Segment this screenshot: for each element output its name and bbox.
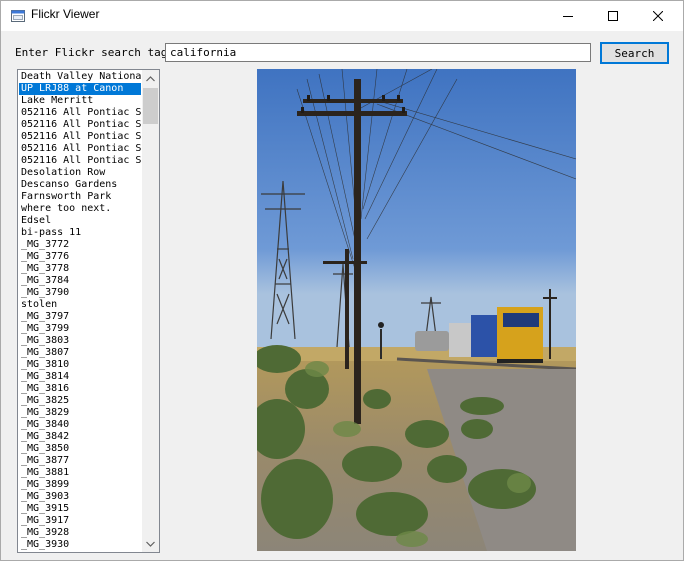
list-item[interactable]: _MG_3915: [19, 503, 141, 515]
scroll-up-button[interactable]: [142, 70, 159, 87]
maximize-button[interactable]: [590, 1, 636, 31]
list-item[interactable]: 052116 All Pontiac S: [19, 143, 141, 155]
list-item[interactable]: _MG_3784: [19, 275, 141, 287]
list-item[interactable]: _MG_3814: [19, 371, 141, 383]
list-item[interactable]: _MG_3790: [19, 287, 141, 299]
scrollbar-thumb[interactable]: [143, 88, 158, 124]
scroll-down-button[interactable]: [142, 535, 159, 552]
title-bar[interactable]: Flickr Viewer: [1, 1, 683, 31]
list-item[interactable]: where too next.: [19, 203, 141, 215]
vertical-scrollbar[interactable]: [142, 70, 159, 552]
list-item[interactable]: _MG_3850: [19, 443, 141, 455]
list-item[interactable]: _MG_3778: [19, 263, 141, 275]
list-item[interactable]: _MG_3928: [19, 527, 141, 539]
list-item[interactable]: _MG_3797: [19, 311, 141, 323]
list-item[interactable]: _MG_3930: [19, 539, 141, 551]
photo-view: [257, 69, 576, 551]
list-item[interactable]: Farnsworth Park: [19, 191, 141, 203]
list-item[interactable]: _MG_3917: [19, 515, 141, 527]
maximize-icon: [608, 11, 618, 21]
list-item[interactable]: _MG_3799: [19, 323, 141, 335]
list-item[interactable]: _MG_3772: [19, 239, 141, 251]
window-title: Flickr Viewer: [31, 7, 100, 21]
results-listbox[interactable]: Death Valley Nationa UP LRJ88 at Canon Lak…: [17, 69, 160, 553]
railroad-photo: [257, 69, 576, 551]
close-icon: [653, 11, 663, 21]
search-label: Enter Flickr search tags: [15, 46, 174, 59]
list-item[interactable]: Descanso Gardens: [19, 179, 141, 191]
list-item[interactable]: _MG_3810: [19, 359, 141, 371]
list-item[interactable]: _MG_3842: [19, 431, 141, 443]
minimize-icon: [563, 16, 573, 17]
list-item[interactable]: _MG_3816: [19, 383, 141, 395]
flickr-app-icon: [11, 10, 25, 22]
list-item[interactable]: bi-pass 11: [19, 227, 141, 239]
list-item[interactable]: _MG_3829: [19, 407, 141, 419]
list-item[interactable]: _MG_3881: [19, 467, 141, 479]
list-item[interactable]: _MG_3803: [19, 335, 141, 347]
results-list: Death Valley Nationa UP LRJ88 at Canon Lak…: [19, 71, 141, 551]
search-button[interactable]: Search: [600, 42, 669, 64]
list-item[interactable]: _MG_3807: [19, 347, 141, 359]
list-item[interactable]: 052116 All Pontiac S: [19, 119, 141, 131]
app-window: Flickr Viewer Enter Flickr search tags c…: [0, 0, 684, 561]
minimize-button[interactable]: [545, 1, 591, 31]
list-item[interactable]: stolen: [19, 299, 141, 311]
search-input[interactable]: california: [165, 43, 591, 62]
chevron-up-icon: [146, 75, 155, 81]
list-item[interactable]: 052116 All Pontiac S: [19, 107, 141, 119]
list-item[interactable]: UP LRJ88 at Canon: [19, 83, 141, 95]
list-item[interactable]: _MG_3825: [19, 395, 141, 407]
list-item[interactable]: _MG_3899: [19, 479, 141, 491]
list-item[interactable]: _MG_3776: [19, 251, 141, 263]
list-item[interactable]: _MG_3840: [19, 419, 141, 431]
list-item[interactable]: Lake Merritt: [19, 95, 141, 107]
list-item[interactable]: 052116 All Pontiac S: [19, 131, 141, 143]
list-item[interactable]: Death Valley Nationa: [19, 71, 141, 83]
close-button[interactable]: [635, 1, 681, 31]
list-item[interactable]: _MG_3877: [19, 455, 141, 467]
chevron-down-icon: [146, 541, 155, 547]
list-item[interactable]: _MG_3903: [19, 491, 141, 503]
list-item[interactable]: 052116 All Pontiac S: [19, 155, 141, 167]
list-item[interactable]: Desolation Row: [19, 167, 141, 179]
list-item[interactable]: Edsel: [19, 215, 141, 227]
